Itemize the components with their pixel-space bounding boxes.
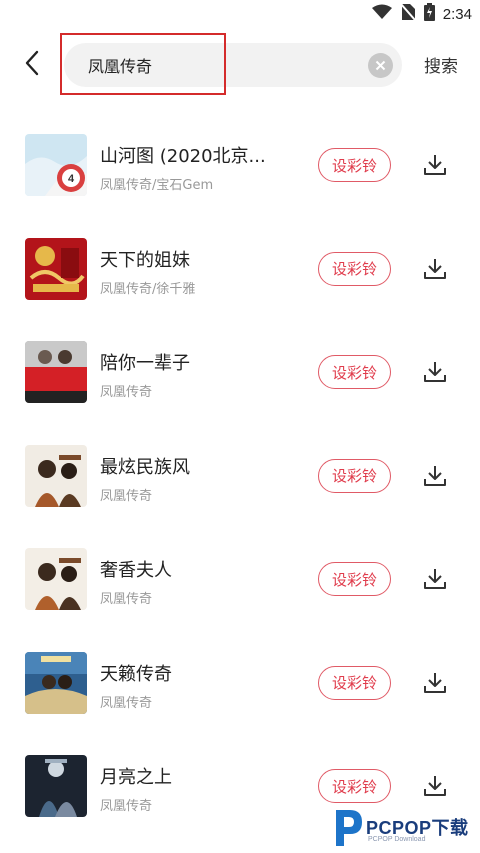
download-icon[interactable] xyxy=(422,152,448,178)
set-ringtone-button[interactable]: 设彩铃 xyxy=(318,458,391,493)
set-ringtone-button[interactable]: 设彩铃 xyxy=(318,251,391,286)
song-artist: 凤凰传奇 xyxy=(100,695,153,711)
search-bar: 搜索 xyxy=(0,28,480,100)
download-icon[interactable] xyxy=(422,773,448,799)
song-artist: 凤凰传奇/宝石Gem xyxy=(100,178,214,193)
download-icon[interactable] xyxy=(422,256,448,282)
clear-button[interactable] xyxy=(368,53,393,78)
list-item[interactable]: 4 山河图 (2020北京... 凤凰传奇/宝石Gem 设彩铃 xyxy=(0,110,480,214)
watermark-tagline: PCPOP Download xyxy=(368,836,426,843)
download-icon[interactable] xyxy=(422,359,448,385)
set-ringtone-button[interactable]: 设彩铃 xyxy=(318,665,391,700)
set-ringtone-button[interactable]: 设彩铃 xyxy=(318,562,391,596)
song-artist: 凤凰传奇/徐千雅 xyxy=(100,281,196,297)
set-ringtone-button[interactable]: 设彩铃 xyxy=(318,769,391,803)
download-icon[interactable] xyxy=(422,670,448,696)
album-cover xyxy=(25,237,87,300)
album-cover: 4 xyxy=(25,134,87,196)
song-artist: 凤凰传奇 xyxy=(100,488,153,504)
album-cover xyxy=(25,755,87,817)
no-sim-icon xyxy=(400,3,416,25)
album-cover xyxy=(25,651,87,714)
song-title: 天籁传奇 xyxy=(100,663,172,685)
wifi-icon xyxy=(371,4,392,24)
search-input[interactable] xyxy=(88,43,358,87)
clear-icon xyxy=(375,56,386,75)
status-icons: 2:34 xyxy=(371,3,472,25)
svg-text:4: 4 xyxy=(68,173,75,185)
list-item[interactable]: 最炫民族风 凤凰传奇 设彩铃 xyxy=(0,421,480,525)
download-icon[interactable] xyxy=(422,463,448,489)
song-list: 4 山河图 (2020北京... 凤凰传奇/宝石Gem 设彩铃 天下的姐妹 凤凰… xyxy=(0,110,480,835)
song-artist: 凤凰传奇 xyxy=(100,592,153,607)
song-title: 天下的姐妹 xyxy=(100,249,190,271)
download-icon[interactable] xyxy=(422,566,448,592)
song-title: 最炫民族风 xyxy=(100,456,190,478)
chevron-left-icon xyxy=(24,50,40,80)
song-title: 陪你一辈子 xyxy=(100,353,190,374)
song-title: 奢香夫人 xyxy=(100,560,172,581)
search-button[interactable]: 搜索 xyxy=(424,52,458,77)
list-item[interactable]: 奢香夫人 凤凰传奇 设彩铃 xyxy=(0,524,480,628)
pcpop-logo-icon xyxy=(330,806,364,848)
album-cover xyxy=(25,548,87,610)
album-cover xyxy=(25,444,87,507)
search-box xyxy=(64,43,402,87)
back-button[interactable] xyxy=(18,50,46,80)
album-cover xyxy=(25,341,87,403)
song-title: 月亮之上 xyxy=(100,767,172,788)
status-bar: 2:34 xyxy=(0,0,480,28)
status-time: 2:34 xyxy=(442,5,472,23)
list-item[interactable]: 天下的姐妹 凤凰传奇/徐千雅 设彩铃 xyxy=(0,214,480,318)
set-ringtone-button[interactable]: 设彩铃 xyxy=(318,148,391,182)
song-title: 山河图 (2020北京... xyxy=(100,146,266,167)
song-artist: 凤凰传奇 xyxy=(100,385,153,400)
battery-icon xyxy=(423,3,435,25)
list-item[interactable]: 天籁传奇 凤凰传奇 设彩铃 xyxy=(0,628,480,732)
list-item[interactable]: 陪你一辈子 凤凰传奇 设彩铃 xyxy=(0,317,480,421)
watermark: PCPOP下载 PCPOP Download xyxy=(330,806,480,853)
set-ringtone-button[interactable]: 设彩铃 xyxy=(318,355,391,389)
song-artist: 凤凰传奇 xyxy=(100,799,153,814)
